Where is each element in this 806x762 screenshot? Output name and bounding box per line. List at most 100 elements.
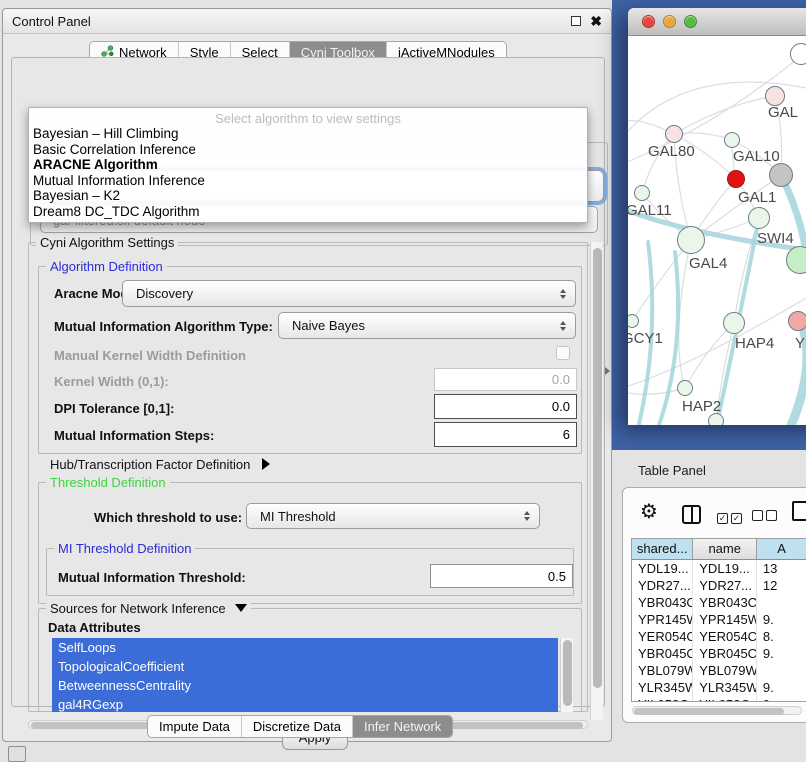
data-attributes-label: Data Attributes — [48, 620, 141, 635]
network-window-titlebar[interactable] — [628, 8, 806, 36]
table-cell: 9. — [757, 611, 806, 628]
attribute-item-betweennesscentrality[interactable]: BetweennessCentrality — [52, 676, 558, 695]
settings-vertical-scrollbar-thumb[interactable] — [593, 248, 602, 688]
table-cell: 8. — [757, 628, 806, 645]
settings-vertical-scrollbar[interactable] — [590, 242, 603, 720]
aracne-mode-value: Discovery — [136, 286, 193, 301]
combo-spinner-icon — [560, 289, 566, 299]
hub-definition-toggle[interactable]: Hub/Transcription Factor Definition — [50, 457, 270, 472]
table-cell: YBL079W — [693, 662, 757, 679]
table-cell: YLR345W — [632, 679, 693, 696]
mi-threshold-field[interactable] — [430, 564, 573, 588]
cyni-algorithm-settings-title: Cyni Algorithm Settings — [36, 235, 178, 250]
control-panel-titlebar[interactable]: Control Panel ✖ — [3, 9, 611, 34]
table-row[interactable]: YER054CYER054C8. — [632, 628, 806, 645]
network-node-gray-node[interactable] — [769, 163, 793, 187]
aracne-mode-combobox[interactable]: Discovery — [122, 280, 576, 307]
network-node-pink-right[interactable] — [788, 311, 806, 331]
new-table-icon[interactable] — [792, 501, 806, 521]
column-header-name[interactable]: name — [693, 539, 757, 559]
table-cell: YPR145W — [693, 611, 757, 628]
algorithm-option-bayesian-hill-climbing[interactable]: Bayesian – Hill Climbing — [29, 126, 587, 142]
table-scrollbar-thumb[interactable] — [634, 708, 784, 715]
network-node-green-right[interactable] — [786, 246, 806, 274]
table-row[interactable]: YDR27...YDR27...12 — [632, 577, 806, 594]
table-row[interactable]: YBL079WYBL079W — [632, 662, 806, 679]
mi-threshold-label: Mutual Information Threshold: — [58, 570, 246, 585]
node-label-gcy1: GCY1 — [628, 330, 663, 347]
table-row[interactable]: YDL19...YDL19...13 — [632, 560, 806, 577]
attribute-item-gal4rgexp[interactable]: gal4RGexp — [52, 695, 558, 712]
table-cell: YER054C — [693, 628, 757, 645]
table-cell: YBR043C — [632, 594, 693, 611]
sources-group-title[interactable]: Sources for Network Inference — [46, 601, 251, 616]
network-node-gal1[interactable] — [727, 170, 745, 188]
table-cell — [757, 662, 806, 679]
attribute-item-selfloops[interactable]: SelfLoops — [52, 638, 558, 657]
sources-title-text: Sources for Network Inference — [50, 601, 226, 616]
dpi-tolerance-field[interactable] — [434, 394, 577, 419]
zoom-traffic-light[interactable] — [684, 15, 697, 28]
network-node-gal-partial[interactable] — [765, 86, 785, 106]
gear-icon[interactable]: ⚙ — [640, 499, 658, 523]
network-node-gal80[interactable] — [665, 125, 683, 143]
network-node-partial-top[interactable] — [790, 43, 806, 65]
tab-discretize-data[interactable]: Discretize Data — [242, 716, 353, 737]
mi-threshold-definition-title: MI Threshold Definition — [54, 541, 195, 556]
columns-icon[interactable] — [682, 505, 701, 524]
table-cell: YER054C — [632, 628, 693, 645]
algorithm-option-mutual-information-inference[interactable]: Mutual Information Inference — [29, 173, 587, 189]
mi-steps-field[interactable] — [434, 422, 577, 447]
network-node-gal11[interactable] — [634, 185, 650, 201]
float-window-icon[interactable] — [571, 16, 581, 26]
attributes-vertical-scrollbar[interactable] — [560, 638, 573, 712]
algorithm-option-aracne-algorithm[interactable]: ARACNE Algorithm — [29, 157, 587, 173]
table-cell: YPR145W — [632, 611, 693, 628]
close-panel-icon[interactable]: ✖ — [590, 16, 602, 26]
algorithm-option-dream8-dc-tdc-algorithm[interactable]: Dream8 DC_TDC Algorithm — [29, 204, 587, 220]
table-panel: Table Panel ⚙ ✓✓ shared...nameA YDL19...… — [612, 450, 806, 762]
table-row[interactable]: YPR145WYPR145W9. — [632, 611, 806, 628]
column-header-a[interactable]: A — [757, 539, 806, 559]
close-traffic-light[interactable] — [642, 15, 655, 28]
table-row[interactable]: YBR045CYBR045C9. — [632, 645, 806, 662]
table-cell: YIL052C — [693, 696, 757, 702]
algorithm-option-basic-correlation-inference[interactable]: Basic Correlation Inference — [29, 142, 587, 158]
network-node-hap2[interactable] — [677, 380, 693, 396]
node-label-gal-partial: GAL — [768, 104, 798, 121]
table-row[interactable]: YBR043CYBR043C — [632, 594, 806, 611]
table-cell: 9. — [757, 679, 806, 696]
network-node-gal4[interactable] — [677, 226, 705, 254]
network-node-partial-bottom[interactable] — [708, 413, 724, 425]
which-threshold-combobox[interactable]: MI Threshold — [246, 503, 540, 529]
table-row[interactable]: YIL052CYIL052C9 — [632, 696, 806, 702]
node-label-gal4: GAL4 — [689, 255, 727, 272]
algorithm-definition-title: Algorithm Definition — [46, 259, 167, 274]
mi-steps-label: Mutual Information Steps: — [54, 428, 214, 443]
network-canvas[interactable]: GALGAL80GAL10GAL1GAL11SWI4GAL4GCY1HAP4YH… — [628, 36, 806, 425]
manual-kernel-width-checkbox[interactable] — [556, 346, 570, 360]
kernel-width-field[interactable] — [434, 368, 577, 391]
table-horizontal-scrollbar[interactable] — [632, 706, 802, 715]
table-cell: YBR045C — [693, 645, 757, 662]
network-node-hap4[interactable] — [723, 312, 745, 334]
panel-divider-arrow-icon[interactable] — [605, 367, 610, 375]
network-node-gal10[interactable] — [724, 132, 740, 148]
algorithm-dropdown-popup: Select algorithm to view settings Bayesi… — [28, 107, 588, 223]
control-panel-title: Control Panel — [12, 14, 91, 29]
tab-infer-network[interactable]: Infer Network — [353, 716, 452, 737]
collapsed-panel-icon[interactable] — [8, 746, 26, 762]
cyni-toolbox-content: Inference Algorithm gal-filtered.sif def… — [11, 57, 605, 707]
column-header-shared[interactable]: shared... — [632, 539, 693, 559]
select-all-columns-icon[interactable]: ✓✓ — [717, 509, 745, 524]
table-row[interactable]: YLR345WYLR345W9. — [632, 679, 806, 696]
data-attributes-list[interactable]: SelfLoopsTopologicalCoefficientBetweenne… — [52, 638, 558, 712]
network-node-swi4[interactable] — [748, 207, 770, 229]
algorithm-option-bayesian-k2[interactable]: Bayesian – K2 — [29, 188, 587, 204]
attribute-item-topologicalcoefficient[interactable]: TopologicalCoefficient — [52, 657, 558, 676]
mi-algorithm-type-combobox[interactable]: Naive Bayes — [278, 312, 576, 339]
deselect-all-columns-icon[interactable] — [752, 509, 780, 524]
attributes-scrollbar-thumb[interactable] — [563, 640, 572, 706]
tab-impute-data[interactable]: Impute Data — [148, 716, 242, 737]
minimize-traffic-light[interactable] — [663, 15, 676, 28]
